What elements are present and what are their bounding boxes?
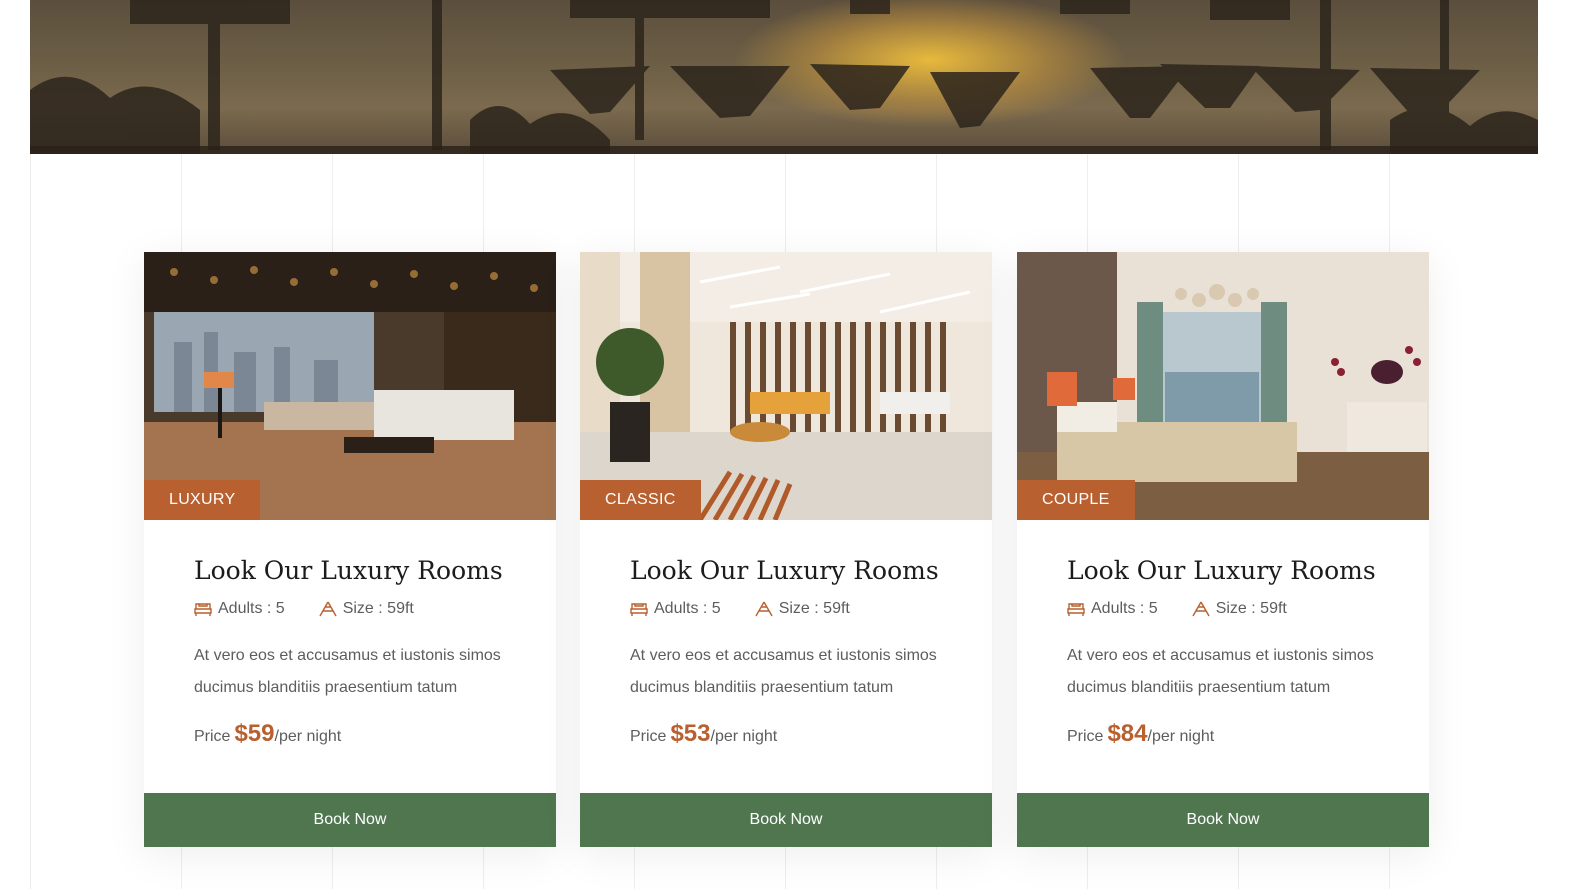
price-unit: /per night [710, 728, 778, 745]
bed-icon [194, 601, 212, 617]
bed-icon [1067, 601, 1085, 617]
room-title: Look Our Luxury Rooms [194, 556, 503, 585]
price-amount: $59 [234, 720, 275, 747]
room-title: Look Our Luxury Rooms [630, 556, 939, 585]
room-category-badge: COUPLE [1017, 480, 1135, 520]
hero-banner-image [30, 0, 1538, 154]
room-size: Size : 59ft [778, 600, 850, 617]
room-adults: Adults : 5 [218, 600, 285, 617]
room-adults: Adults : 5 [1091, 600, 1158, 617]
room-adults: Adults : 5 [654, 600, 721, 617]
room-meta: Adults : 5 Size : 59ft [194, 600, 414, 618]
room-card: LUXURY Look Our Luxury Rooms Adults : 5 … [144, 252, 556, 847]
room-description: At vero eos et accusamus et iustonis sim… [1067, 647, 1374, 696]
room-card: COUPLE Look Our Luxury Rooms Adults : 5 … [1017, 252, 1429, 847]
area-size-icon [755, 601, 773, 617]
room-category-badge: CLASSIC [580, 480, 701, 520]
room-meta: Adults : 5 Size : 59ft [630, 600, 850, 618]
price-unit: /per night [1147, 728, 1215, 745]
room-description: At vero eos et accusamus et iustonis sim… [630, 647, 937, 696]
price-label: Price [194, 728, 231, 745]
room-price: Price $53/per night [630, 720, 777, 748]
room-size: Size : 59ft [342, 600, 414, 617]
book-now-button[interactable]: Book Now [144, 793, 556, 847]
room-description: At vero eos et accusamus et iustonis sim… [194, 647, 501, 696]
price-unit: /per night [274, 728, 342, 745]
room-meta: Adults : 5 Size : 59ft [1067, 600, 1287, 618]
book-now-button[interactable]: Book Now [580, 793, 992, 847]
room-title: Look Our Luxury Rooms [1067, 556, 1376, 585]
area-size-icon [1192, 601, 1210, 617]
price-label: Price [630, 728, 667, 745]
price-amount: $84 [1107, 720, 1148, 747]
room-size: Size : 59ft [1215, 600, 1287, 617]
room-price: Price $84/per night [1067, 720, 1214, 748]
area-size-icon [319, 601, 337, 617]
book-now-button[interactable]: Book Now [1017, 793, 1429, 847]
bed-icon [630, 601, 648, 617]
room-price: Price $59/per night [194, 720, 341, 748]
room-category-badge: LUXURY [144, 480, 261, 520]
price-label: Price [1067, 728, 1104, 745]
price-amount: $53 [670, 720, 711, 747]
room-card: CLASSIC Look Our Luxury Rooms Adults : 5… [580, 252, 992, 847]
